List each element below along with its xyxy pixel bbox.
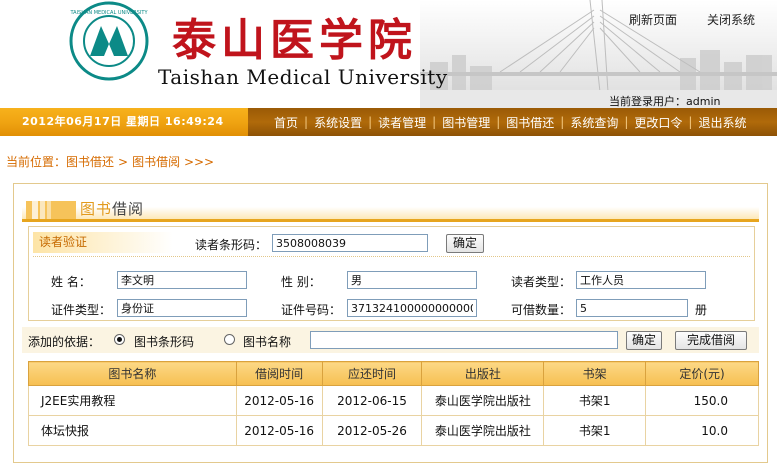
panel-title-bar: 图书借阅 (22, 192, 759, 222)
reader-barcode-input[interactable] (272, 234, 428, 252)
nav-item-system-settings[interactable]: 系统设置 (308, 114, 368, 131)
cell-book-name: J2EE实用教程 (28, 385, 237, 416)
nav-item-home[interactable]: 首页 (268, 114, 304, 131)
cell-price: 150.0 (645, 385, 759, 416)
name-label: 姓 名： (51, 275, 91, 289)
table-row: 体坛快报 2012-05-16 2012-05-26 泰山医学院出版社 书架1 … (28, 415, 759, 446)
id-number-label: 证件号码： (281, 303, 342, 317)
cell-publisher: 泰山医学院出版社 (421, 415, 545, 446)
reader-barcode-label: 读者条形码： (195, 238, 268, 252)
cell-shelf: 书架1 (543, 415, 647, 446)
nav-item-book-management[interactable]: 图书管理 (436, 114, 496, 131)
breadcrumb-prefix: 当前位置： (6, 155, 67, 169)
borrow-quota-field[interactable] (576, 299, 688, 317)
col-header-price: 定价(元) (645, 361, 759, 386)
gender-field[interactable] (347, 271, 477, 289)
nav-item-borrow-return[interactable]: 图书借还 (500, 114, 560, 131)
breadcrumb-tail-arrows: >>> (183, 155, 215, 169)
id-number-field[interactable] (347, 299, 477, 317)
reader-type-label: 读者类型： (511, 275, 572, 289)
table-header-row: 图书名称 借阅时间 应还时间 出版社 书架 定价(元) (28, 361, 759, 386)
radio-book-barcode-label: 图书条形码 (134, 335, 195, 349)
borrowed-books-table: 图书名称 借阅时间 应还时间 出版社 书架 定价(元) J2EE实用教程 201… (28, 361, 759, 446)
panel-title-part2: 借阅 (112, 200, 145, 218)
col-header-publisher: 出版社 (421, 361, 545, 386)
id-type-field[interactable] (117, 299, 247, 317)
table-row: J2EE实用教程 2012-05-16 2012-06-15 泰山医学院出版社 … (28, 385, 759, 416)
university-name-cn: 泰山医学院 (172, 15, 417, 66)
finish-borrow-button[interactable]: 完成借阅 (675, 331, 747, 350)
university-name-en: Taishan Medical University (158, 65, 448, 89)
book-borrow-panel: 图书借阅 读者验证 读者条形码： 确定 姓 名： 性 别： 读者类型： 证件类型… (13, 183, 768, 463)
nav-menu: 首页 | 系统设置 | 读者管理 | 图书管理 | 图书借还 | 系统查询 | … (268, 108, 752, 136)
col-header-shelf: 书架 (543, 361, 647, 386)
breadcrumb-separator: > (118, 155, 129, 169)
quota-unit-label: 册 (695, 303, 708, 317)
cell-book-name: 体坛快报 (28, 415, 237, 446)
university-seal-logo: TAISHAN MEDICAL UNIVERSITY (69, 1, 149, 81)
add-basis-bar: 添加的依据： 图书条形码 图书名称 确定 完成借阅 (22, 327, 759, 353)
borrow-quota-label: 可借数量： (511, 303, 572, 317)
cell-due-date: 2012-06-15 (321, 385, 423, 416)
reader-verify-section: 读者验证 读者条形码： 确定 姓 名： 性 别： 读者类型： 证件类型： 证件号… (28, 226, 755, 321)
cell-borrow-date: 2012-05-16 (235, 415, 323, 446)
panel-title-part1: 图书 (80, 200, 113, 218)
radio-book-barcode[interactable] (114, 334, 125, 345)
reader-confirm-button[interactable]: 确定 (446, 234, 484, 253)
add-basis-label: 添加的依据： (28, 335, 101, 349)
radio-book-name[interactable] (224, 334, 235, 345)
breadcrumb: 当前位置：图书借还 > 图书借阅 >>> (6, 153, 214, 170)
cell-price: 10.0 (645, 415, 759, 446)
name-field[interactable] (117, 271, 247, 289)
radio-book-name-label: 图书名称 (243, 335, 292, 349)
id-type-label: 证件类型： (51, 303, 112, 317)
reader-verify-label: 读者验证 (33, 232, 173, 253)
nav-item-change-password[interactable]: 更改口令 (628, 114, 688, 131)
cell-due-date: 2012-05-26 (321, 415, 423, 446)
current-datetime: 2012年06月17日 星期日 16:49:24 (0, 108, 248, 136)
col-header-due-date: 应还时间 (321, 361, 423, 386)
svg-text:TAISHAN MEDICAL UNIVERSITY: TAISHAN MEDICAL UNIVERSITY (69, 10, 148, 16)
breadcrumb-borrow-return[interactable]: 图书借还 (66, 155, 114, 169)
close-system-link[interactable]: 关闭系统 (707, 11, 755, 28)
section-divider (33, 256, 750, 257)
nav-item-exit-system[interactable]: 退出系统 (692, 114, 752, 131)
col-header-borrow-date: 借阅时间 (235, 361, 323, 386)
page-header: TAISHAN MEDICAL UNIVERSITY 泰山医学院 Taishan… (0, 0, 777, 108)
cell-borrow-date: 2012-05-16 (235, 385, 323, 416)
book-search-input[interactable] (310, 331, 618, 349)
reader-type-field[interactable] (576, 271, 706, 289)
col-header-book-name: 图书名称 (28, 361, 237, 386)
nav-item-reader-management[interactable]: 读者管理 (372, 114, 432, 131)
cell-publisher: 泰山医学院出版社 (421, 385, 545, 416)
cell-shelf: 书架1 (543, 385, 647, 416)
breadcrumb-book-borrow[interactable]: 图书借阅 (132, 155, 180, 169)
gender-label: 性 别： (281, 275, 321, 289)
book-stack-icon (26, 198, 76, 219)
main-navbar: 2012年06月17日 星期日 16:49:24 首页 | 系统设置 | 读者管… (0, 108, 777, 136)
add-book-confirm-button[interactable]: 确定 (626, 331, 662, 350)
nav-item-system-query[interactable]: 系统查询 (564, 114, 624, 131)
panel-title: 图书借阅 (80, 198, 144, 219)
current-user-label: 当前登录用户：admin (609, 95, 721, 108)
refresh-page-link[interactable]: 刷新页面 (629, 11, 677, 28)
